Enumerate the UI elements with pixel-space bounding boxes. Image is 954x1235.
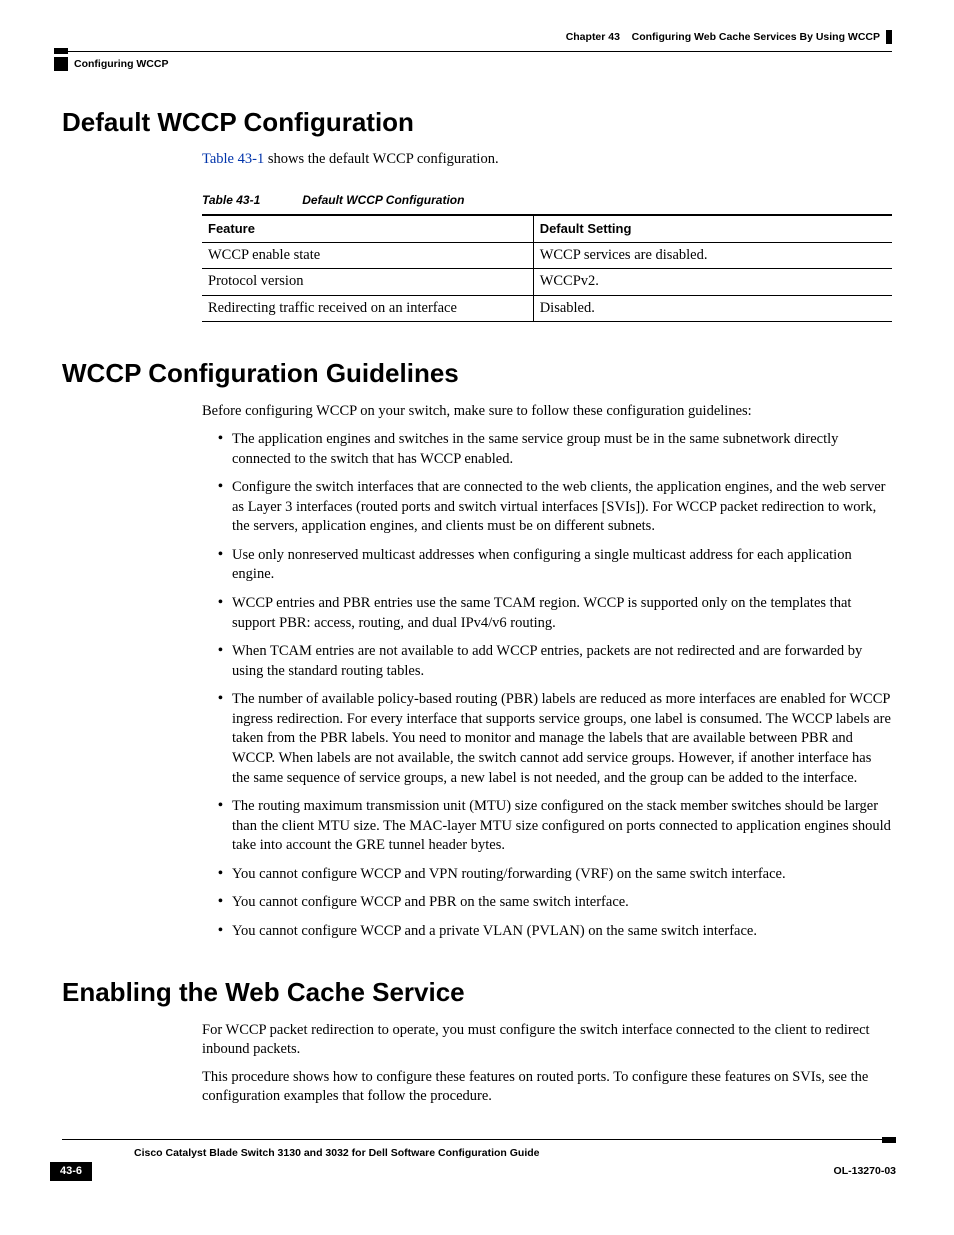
list-item: Configure the switch interfaces that are… (218, 478, 892, 537)
table-xref-link[interactable]: Table 43-1 (202, 151, 264, 167)
guidelines-list: The application engines and switches in … (202, 430, 892, 941)
table-row: WCCP enable stateWCCP services are disab… (202, 242, 892, 269)
list-item: You cannot configure WCCP and PBR on the… (218, 893, 892, 913)
list-item: Use only nonreserved multicast addresses… (218, 546, 892, 585)
section-marker-icon (54, 57, 68, 71)
heading-guidelines: WCCP Configuration Guidelines (62, 356, 892, 391)
book-title: Cisco Catalyst Blade Switch 3130 and 303… (134, 1146, 892, 1160)
col-default: Default Setting (533, 215, 892, 242)
table-caption: Table 43-1Default WCCP Configuration (202, 192, 892, 208)
header-marker-icon (886, 30, 892, 44)
section-name: Configuring WCCP (74, 57, 168, 71)
intro-paragraph: Table 43-1 shows the default WCCP config… (202, 150, 892, 170)
footer-rule (62, 1137, 892, 1143)
section-header: Configuring WCCP (62, 57, 892, 71)
header-rule (54, 48, 892, 54)
heading-enabling: Enabling the Web Cache Service (62, 975, 892, 1010)
col-feature: Feature (202, 215, 533, 242)
heading-default-wccp: Default WCCP Configuration (62, 105, 892, 140)
list-item: WCCP entries and PBR entries use the sam… (218, 594, 892, 633)
enabling-p2: This procedure shows how to configure th… (202, 1068, 892, 1107)
table-row: Protocol versionWCCPv2. (202, 269, 892, 296)
document-id: OL-13270-03 (834, 1164, 896, 1178)
guidelines-intro: Before configuring WCCP on your switch, … (202, 402, 892, 422)
enabling-p1: For WCCP packet redirection to operate, … (202, 1021, 892, 1060)
rule-end-icon (882, 1137, 896, 1143)
list-item: The number of available policy-based rou… (218, 690, 892, 788)
list-item: You cannot configure WCCP and VPN routin… (218, 865, 892, 885)
rule-end-icon (54, 48, 68, 54)
list-item: The application engines and switches in … (218, 430, 892, 469)
table-row: Redirecting traffic received on an inter… (202, 295, 892, 322)
chapter-reference: Chapter 43 Configuring Web Cache Service… (566, 30, 892, 44)
page-header: Chapter 43 Configuring Web Cache Service… (62, 30, 892, 44)
list-item: You cannot configure WCCP and a private … (218, 922, 892, 942)
list-item: The routing maximum transmission unit (M… (218, 797, 892, 856)
default-config-table: Feature Default Setting WCCP enable stat… (202, 214, 892, 322)
list-item: When TCAM entries are not available to a… (218, 642, 892, 681)
page-number-badge: 43-6 (50, 1162, 92, 1181)
